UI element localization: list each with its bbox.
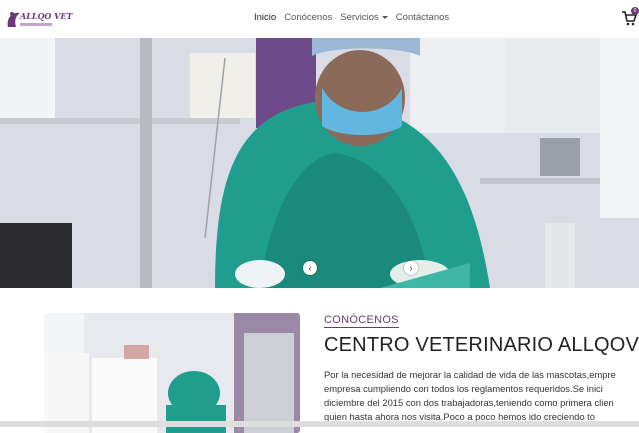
about-section: CONÓCENOS CENTRO VETERINARIO ALLQOVET Po… <box>0 288 639 433</box>
horizontal-scrollbar[interactable] <box>0 421 639 427</box>
about-line: diciembre del 2015 con dos trabajadoras,… <box>324 397 614 408</box>
carousel-prev-button[interactable]: ‹ <box>303 261 317 275</box>
about-text: Por la necesidad de mejorar la calidad d… <box>324 368 639 422</box>
main-menu: Inicio Conócenos Servicios Contáctanos <box>254 12 449 23</box>
cart-count-badge: 0 <box>631 7 639 15</box>
nav-item-contactanos[interactable]: Contáctanos <box>396 12 449 23</box>
nav-item-servicios-label: Servicios <box>340 12 379 23</box>
section-title: CENTRO VETERINARIO ALLQOVET <box>324 334 639 356</box>
nav-item-conocenos[interactable]: Conócenos <box>284 12 332 23</box>
carousel-next-button[interactable]: › <box>404 261 418 275</box>
hero-image <box>0 38 639 288</box>
hero-carousel[interactable] <box>0 38 639 288</box>
about-image <box>44 313 300 433</box>
chevron-down-icon <box>381 15 388 19</box>
navbar: ALLQO VET Inicio Conócenos Servicios Con… <box>0 0 639 38</box>
brand-logo[interactable]: ALLQO VET <box>2 5 72 33</box>
brand-name: ALLQO VET <box>20 11 73 21</box>
section-kicker: CONÓCENOS <box>324 314 399 328</box>
clinic-photo <box>44 313 300 433</box>
about-line: Por la necesidad de mejorar la calidad d… <box>324 369 616 380</box>
nav-item-inicio[interactable]: Inicio <box>254 12 276 23</box>
nav-item-servicios[interactable]: Servicios <box>340 12 388 23</box>
about-line: empresa cumpliendo con todos los reglame… <box>324 383 603 394</box>
